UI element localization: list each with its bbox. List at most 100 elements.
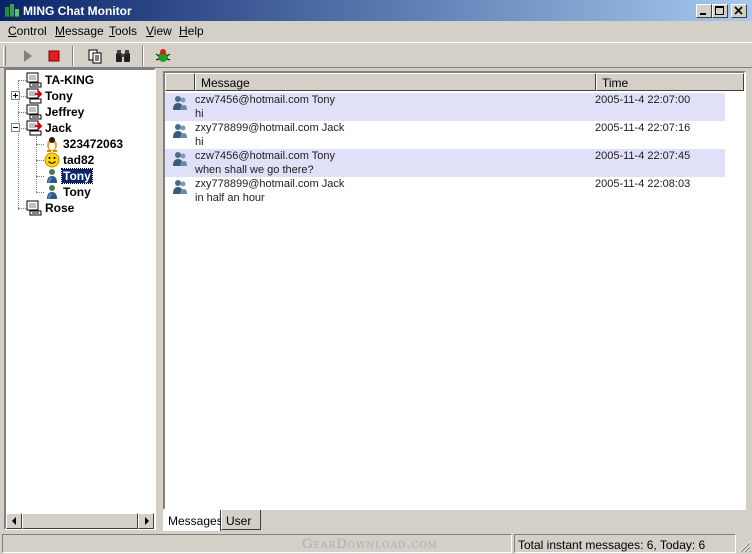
message-row[interactable]: czw7456@hotmail.com Tony hi 2005-11-4 22…	[165, 93, 725, 121]
message-text: in half an hour	[195, 192, 265, 204]
computer-alert-icon	[26, 88, 43, 104]
tree-horizontal-scrollbar[interactable]	[6, 513, 154, 529]
msn-user-icon	[44, 168, 60, 184]
menu-control-accel: C	[8, 24, 17, 38]
tree-node-label: tad82	[63, 153, 95, 167]
arrow-left-icon	[12, 517, 16, 525]
stop-icon	[48, 50, 60, 62]
status-pane-right: Total instant messages: 6, Today: 6	[514, 534, 736, 553]
maximize-icon	[715, 6, 724, 15]
menu-message-label: essage	[65, 24, 104, 38]
view-tabs: Messages User	[163, 510, 746, 531]
message-sender: czw7456@hotmail.com Tony	[195, 94, 335, 106]
msn-message-icon	[172, 123, 188, 139]
copy-button[interactable]	[84, 46, 106, 66]
menu-help-accel: H	[179, 24, 188, 38]
status-bar: GearDownload.com Total instant messages:…	[0, 533, 752, 554]
menu-help-label: elp	[187, 24, 204, 38]
message-text: when shall we go there?	[195, 164, 314, 176]
tab-user[interactable]: User	[221, 510, 261, 530]
stop-button[interactable]	[43, 46, 65, 66]
tab-label: User	[226, 514, 252, 528]
ming-logo-icon	[4, 3, 20, 18]
menu-message[interactable]: Message	[55, 24, 104, 38]
expand-toggle-tony[interactable]	[11, 91, 20, 100]
tree-node-label: Rose	[45, 201, 75, 215]
tree-line	[18, 208, 26, 209]
arrow-right-icon	[145, 517, 149, 525]
tab-messages[interactable]: Messages	[163, 510, 223, 531]
tree-line	[36, 160, 44, 161]
collapse-toggle-jack[interactable]	[11, 123, 20, 132]
msn-message-icon	[172, 151, 188, 167]
toolbar-separator	[142, 46, 144, 66]
tree-line	[36, 176, 44, 177]
menu-help[interactable]: Help	[179, 24, 204, 38]
computer-icon	[26, 72, 42, 88]
status-message-count: Total instant messages: 6, Today: 6	[518, 538, 706, 552]
msn-user-icon	[44, 184, 60, 200]
column-header-label: Time	[602, 76, 629, 90]
column-header-message[interactable]: Message	[195, 73, 596, 91]
play-icon	[24, 50, 32, 62]
menu-control[interactable]: Control	[8, 24, 47, 38]
find-button[interactable]	[112, 46, 134, 66]
yahoo-smiley-icon	[44, 152, 60, 168]
menu-view-accel: V	[146, 24, 154, 38]
size-grip-icon[interactable]	[739, 541, 751, 553]
msn-message-icon	[172, 95, 188, 111]
column-header-icon[interactable]	[165, 73, 195, 91]
tree-node-label: TA-KING	[45, 73, 95, 87]
title-bar[interactable]: MING Chat Monitor	[0, 0, 752, 21]
message-text: hi	[195, 108, 204, 120]
tree-node-label: Jeffrey	[45, 105, 85, 119]
start-button[interactable]	[17, 46, 39, 66]
menu-view[interactable]: View	[146, 24, 172, 38]
toolbar	[0, 42, 752, 68]
tree-node-label: 323472063	[63, 137, 124, 151]
scroll-left-button[interactable]	[6, 513, 22, 529]
column-header-label: Message	[201, 76, 250, 90]
message-time: 2005-11-4 22:07:16	[595, 122, 691, 134]
computer-icon	[26, 200, 42, 216]
scroll-right-button[interactable]	[138, 513, 154, 529]
debug-button[interactable]	[152, 46, 174, 66]
menu-tools-label: ools	[115, 24, 138, 38]
tree-line	[36, 192, 44, 193]
tree-node-label: Tony	[45, 89, 73, 103]
computer-icon	[26, 104, 42, 120]
close-icon	[734, 6, 743, 15]
message-time: 2005-11-4 22:07:45	[595, 150, 691, 162]
tree-node-label: Tony	[61, 168, 93, 184]
message-row[interactable]: czw7456@hotmail.com Tony when shall we g…	[165, 149, 725, 177]
message-sender: zxy778899@hotmail.com Jack	[195, 178, 345, 190]
tab-label: Messages	[168, 514, 223, 528]
message-row[interactable]: zxy778899@hotmail.com Jack hi 2005-11-4 …	[165, 121, 725, 149]
minimize-icon	[700, 13, 706, 15]
msn-message-icon	[172, 179, 188, 195]
maximize-button[interactable]	[712, 4, 728, 18]
message-sender: czw7456@hotmail.com Tony	[195, 150, 335, 162]
tree-line	[18, 80, 26, 81]
scroll-thumb[interactable]	[22, 513, 138, 529]
message-list[interactable]: Message Time czw7456@hotmail.com Tony hi…	[163, 71, 746, 510]
tree-node-label: Tony	[63, 185, 91, 199]
close-button[interactable]	[731, 4, 747, 18]
menu-tools[interactable]: Tools	[109, 24, 137, 38]
toolbar-grip[interactable]	[3, 46, 6, 66]
column-header-time[interactable]: Time	[596, 73, 744, 91]
computer-alert-icon	[26, 120, 43, 136]
qq-penguin-icon	[44, 136, 60, 152]
minimize-button[interactable]	[696, 4, 712, 18]
window-title: MING Chat Monitor	[23, 4, 132, 18]
message-time: 2005-11-4 22:07:00	[595, 94, 691, 106]
bug-icon	[155, 49, 171, 62]
message-row[interactable]: zxy778899@hotmail.com Jack in half an ho…	[165, 177, 725, 205]
toolbar-separator	[72, 46, 74, 66]
user-tree[interactable]: TA-KING Tony Jeffrey Jack 323472063 tad8…	[4, 68, 156, 530]
binoculars-icon	[116, 50, 130, 62]
message-sender: zxy778899@hotmail.com Jack	[195, 122, 345, 134]
copy-pages-icon	[88, 49, 102, 64]
message-time: 2005-11-4 22:08:03	[595, 178, 691, 190]
panel-splitter[interactable]	[157, 68, 162, 530]
